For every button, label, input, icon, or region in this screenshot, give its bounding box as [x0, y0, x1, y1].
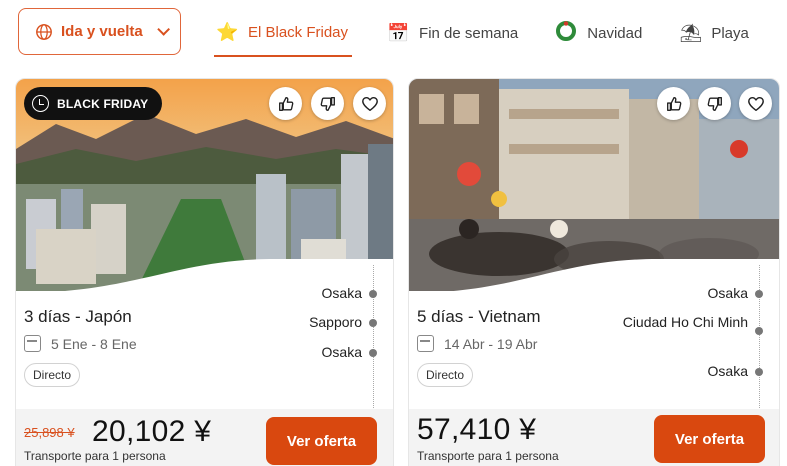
flight-type-tag: Directo — [417, 363, 474, 387]
favorite-button[interactable] — [353, 87, 386, 120]
trip-title: 3 días - Japón — [24, 307, 132, 326]
tab-black-friday[interactable]: ⭐ El Black Friday — [214, 9, 353, 57]
deal-card[interactable]: BLACK FRIDAY 3 días - Japón 5 Ene - 8 En… — [15, 78, 394, 466]
route-dot — [369, 319, 377, 327]
flight-type-tag: Directo — [24, 363, 81, 387]
route-line — [373, 265, 374, 410]
tab-weekend[interactable]: 📅 Fin de semana — [385, 9, 520, 57]
price-footer: 25,898 ¥ 20,102 ¥ Transporte para 1 pers… — [16, 409, 393, 466]
thumbs-up-icon — [666, 96, 681, 111]
price-note: Transporte para 1 persona — [417, 449, 559, 463]
like-button[interactable] — [657, 87, 690, 120]
calendar-icon — [417, 335, 434, 352]
black-friday-badge: BLACK FRIDAY — [24, 87, 163, 120]
route-stop: Osaka — [321, 285, 362, 301]
route-line — [759, 265, 760, 410]
tab-label: El Black Friday — [248, 23, 349, 41]
wreath-icon — [555, 20, 577, 47]
thumbs-up-icon — [278, 96, 293, 111]
calendar-icon: 📅 — [387, 22, 410, 43]
route-stop: Osaka — [707, 285, 748, 301]
route-dot — [755, 327, 763, 335]
trip-type-label: Ida y vuelta — [61, 23, 143, 40]
thumbs-down-icon — [707, 96, 722, 111]
star-icon: ⭐ — [216, 21, 239, 42]
beach-umbrella-icon: ⛱ — [679, 22, 703, 43]
favorite-button[interactable] — [739, 87, 772, 120]
trip-dates-text: 14 Abr - 19 Abr — [444, 335, 538, 352]
old-price: 25,898 ¥ — [24, 425, 75, 440]
tab-beach[interactable]: ⛱ Playa — [677, 9, 751, 57]
dislike-button[interactable] — [311, 87, 344, 120]
tab-christmas[interactable]: Navidad — [553, 9, 644, 57]
thumbs-down-icon — [320, 96, 335, 111]
trip-dates-text: 5 Ene - 8 Ene — [51, 335, 137, 352]
heart-icon — [361, 96, 378, 111]
route-stop: Osaka — [707, 363, 748, 379]
price-footer: 57,410 ¥ Transporte para 1 persona Ver o… — [409, 409, 779, 466]
heart-icon — [747, 96, 764, 111]
calendar-icon — [24, 335, 41, 352]
route-stop: Sapporo — [309, 314, 362, 330]
route-dot — [369, 349, 377, 357]
route-dot — [755, 368, 763, 376]
clock-icon — [32, 95, 49, 112]
tab-label: Playa — [711, 24, 749, 42]
route-stop: Osaka — [321, 344, 362, 360]
chevron-down-icon — [156, 23, 170, 36]
route-dot — [755, 290, 763, 298]
globe-icon — [36, 23, 52, 40]
price: 57,410 ¥ — [417, 413, 537, 446]
category-tabs: ⭐ El Black Friday 📅 Fin de semana Navida… — [214, 8, 787, 58]
badge-label: BLACK FRIDAY — [57, 96, 149, 111]
dislike-button[interactable] — [698, 87, 731, 120]
tab-label: Fin de semana — [419, 24, 519, 42]
trip-type-dropdown[interactable]: Ida y vuelta — [18, 8, 181, 55]
trip-dates: 5 Ene - 8 Ene — [24, 335, 137, 352]
like-button[interactable] — [269, 87, 302, 120]
tab-label: Navidad — [587, 24, 643, 42]
view-offer-button[interactable]: Ver oferta — [266, 417, 377, 465]
view-offer-button[interactable]: Ver oferta — [654, 415, 765, 463]
route-dot — [369, 290, 377, 298]
route-stop: Ciudad Ho Chi Minh — [622, 314, 748, 330]
trip-dates: 14 Abr - 19 Abr — [417, 335, 537, 352]
price-note: Transporte para 1 persona — [24, 449, 166, 463]
price: 20,102 ¥ — [92, 415, 212, 448]
deals-page: Ida y vuelta ⭐ El Black Friday 📅 Fin de … — [0, 0, 787, 466]
deal-card[interactable]: 5 días - Vietnam 14 Abr - 19 Abr Directo… — [408, 78, 780, 466]
trip-title: 5 días - Vietnam — [417, 307, 541, 326]
